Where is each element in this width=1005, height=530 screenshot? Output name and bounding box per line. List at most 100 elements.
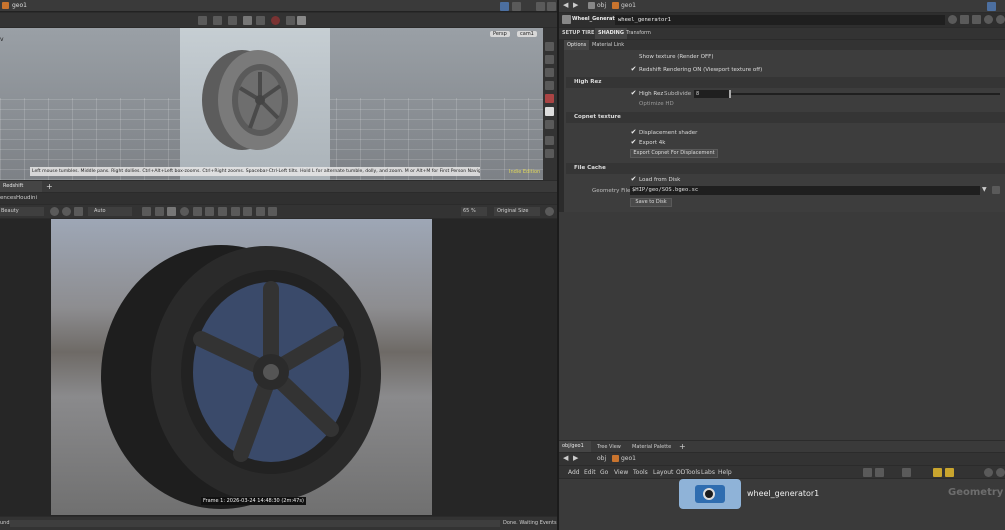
- tab-transform[interactable]: Transform: [626, 30, 651, 36]
- net-tool-icon-2[interactable]: [875, 468, 884, 477]
- geo-file-dropdown-icon[interactable]: ▼: [982, 186, 987, 193]
- menu-go[interactable]: Go: [600, 469, 608, 476]
- mode-select[interactable]: Auto: [88, 207, 132, 216]
- node-name-field[interactable]: wheel_generator1: [615, 15, 945, 25]
- view-icon-6[interactable]: [218, 207, 227, 216]
- edit-icon[interactable]: [972, 15, 981, 24]
- net-forward-icon[interactable]: ▶: [573, 454, 578, 462]
- net-tool-icon-5[interactable]: [945, 468, 954, 477]
- viewer-pin-icon[interactable]: [500, 2, 509, 11]
- save-disk-button[interactable]: Save to Disk: [630, 198, 672, 207]
- help-icon[interactable]: [996, 15, 1005, 24]
- network-canvas[interactable]: wheel_generator1 Geometry: [559, 479, 1005, 530]
- network-add-tab-button[interactable]: +: [679, 441, 686, 452]
- net-path-geo[interactable]: geo1: [621, 455, 636, 462]
- subdivide-field[interactable]: 8: [694, 90, 730, 98]
- menu-layout[interactable]: Layout: [653, 469, 673, 476]
- record-icon[interactable]: [271, 16, 280, 25]
- render-region-icon[interactable]: [297, 16, 306, 25]
- viewer-split-icon[interactable]: [536, 2, 545, 11]
- section-high-rez[interactable]: High Rez: [566, 77, 1005, 88]
- aov-select[interactable]: Beauty: [0, 207, 44, 216]
- view-icon-2[interactable]: [167, 207, 176, 216]
- view-icon-4[interactable]: [193, 207, 202, 216]
- gear-icon[interactable]: [948, 15, 957, 24]
- settings-gear-icon[interactable]: [545, 207, 554, 216]
- view-icon-9[interactable]: [256, 207, 265, 216]
- node-label[interactable]: wheel_generator1: [747, 489, 819, 498]
- params-path-obj[interactable]: obj: [597, 2, 606, 9]
- view-icon-8[interactable]: [243, 207, 252, 216]
- file-browse-icon[interactable]: [992, 186, 1000, 194]
- tool-icon-6[interactable]: [545, 136, 554, 145]
- forward-arrow-icon[interactable]: ▶: [573, 1, 578, 9]
- menu-labs[interactable]: Labs: [701, 469, 715, 476]
- subtab-material-link[interactable]: Material Link: [592, 42, 624, 48]
- size-select[interactable]: Original Size: [494, 207, 540, 216]
- cam-menu[interactable]: cam1: [517, 31, 537, 37]
- params-path-geo[interactable]: geo1: [621, 2, 636, 9]
- stop-icon[interactable]: [62, 207, 71, 216]
- tab-material-palette[interactable]: Material Palette: [632, 444, 671, 450]
- render-canvas[interactable]: Frame 1: 2026-03-24 14:48:30 (2m:47s): [0, 219, 557, 516]
- menu-odtools[interactable]: ODTools: [676, 469, 700, 476]
- menu-tools[interactable]: Tools: [633, 469, 648, 476]
- net-tool-icon-4[interactable]: [933, 468, 942, 477]
- menu-help[interactable]: Help: [718, 469, 732, 476]
- persp-menu[interactable]: Persp: [490, 31, 510, 37]
- view-icon-10[interactable]: [268, 207, 277, 216]
- viewer-max-icon[interactable]: [547, 2, 556, 11]
- subdivide-slider[interactable]: [729, 90, 1000, 98]
- export-copnet-button[interactable]: Export Copnet For Displacement: [630, 149, 718, 158]
- view-icon-7[interactable]: [231, 207, 240, 216]
- tab-setup-tire[interactable]: SETUP TIRE: [562, 30, 594, 36]
- sub-label-houdini[interactable]: Houdini: [16, 195, 37, 201]
- viewer-path[interactable]: geo1: [12, 2, 27, 9]
- tool-icon-5[interactable]: [545, 120, 554, 129]
- snap-icon[interactable]: [198, 16, 207, 25]
- menu-edit[interactable]: Edit: [584, 469, 596, 476]
- render-icon[interactable]: [50, 207, 59, 216]
- snap-grid-icon[interactable]: [213, 16, 222, 25]
- crop-icon[interactable]: [74, 207, 83, 216]
- disp-shader-checkbox[interactable]: ✔: [630, 129, 637, 136]
- tool-icon-2[interactable]: [545, 55, 554, 64]
- tab-renderview[interactable]: Redshift RenderView: [0, 181, 42, 192]
- search-icon[interactable]: [984, 15, 993, 24]
- light-icon[interactable]: [545, 107, 554, 116]
- net-path-obj[interactable]: obj: [597, 455, 606, 462]
- menu-add[interactable]: Add: [568, 469, 580, 476]
- lock-render-icon[interactable]: [142, 207, 151, 216]
- view-icon-5[interactable]: [205, 207, 214, 216]
- grid-icon[interactable]: [243, 16, 252, 25]
- export4k-checkbox[interactable]: ✔: [630, 139, 637, 146]
- tool-icon-3[interactable]: [545, 81, 554, 90]
- section-copnet[interactable]: Copnet texture: [566, 112, 1005, 123]
- tool-icon-7[interactable]: [545, 149, 554, 158]
- viewer-options-icon[interactable]: [512, 2, 521, 11]
- section-file-cache[interactable]: File Cache: [566, 163, 1005, 174]
- camera-icon[interactable]: [286, 16, 295, 25]
- tab-shading[interactable]: SHADING: [595, 28, 627, 39]
- redshift-on-checkbox[interactable]: ✔: [630, 66, 637, 73]
- lock-icon[interactable]: [545, 68, 554, 77]
- geo-file-field[interactable]: $HIP/geo/SOS.bgeo.sc: [630, 186, 980, 195]
- viewport-3d[interactable]: Persp cam1 v Left mouse tumbles. Middle …: [0, 28, 543, 180]
- tab-network[interactable]: obj/geo1: [559, 441, 591, 452]
- load-disk-checkbox[interactable]: ✔: [630, 176, 637, 183]
- net-tool-icon-1[interactable]: [863, 468, 872, 477]
- net-search-icon[interactable]: [984, 468, 993, 477]
- node-tile[interactable]: [679, 479, 741, 509]
- net-back-icon[interactable]: ◀: [563, 454, 568, 462]
- display-icon[interactable]: [256, 16, 265, 25]
- net-help-icon[interactable]: [996, 468, 1005, 477]
- high-rez-checkbox[interactable]: ✔: [630, 90, 637, 97]
- tab-tree-view[interactable]: Tree View: [597, 444, 621, 450]
- tool-icon-4[interactable]: [545, 94, 554, 103]
- tool-icon-1[interactable]: [545, 42, 554, 51]
- net-tool-icon-3[interactable]: [902, 468, 911, 477]
- params-pin-icon[interactable]: [987, 2, 996, 11]
- info-icon[interactable]: [960, 15, 969, 24]
- back-arrow-icon[interactable]: ◀: [563, 1, 568, 9]
- subdivide-slider-handle[interactable]: [729, 90, 731, 98]
